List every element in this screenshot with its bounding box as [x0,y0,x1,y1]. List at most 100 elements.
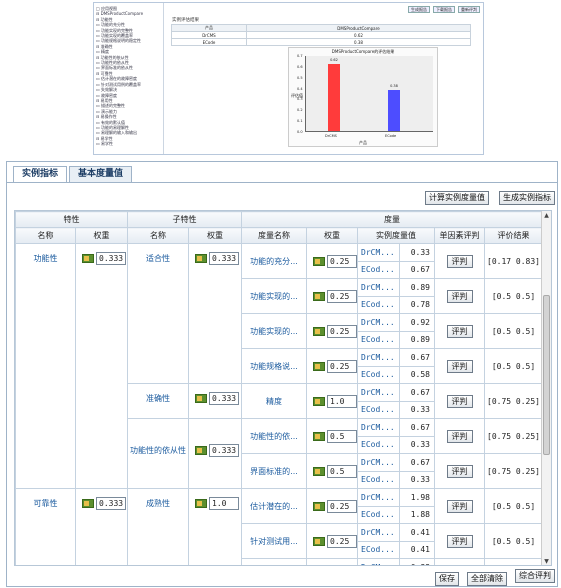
weight-picker-icon[interactable] [195,254,207,263]
single-factor-cell: 评判 [434,348,485,384]
preview-reevaluate-button[interactable]: 重新评判 [458,6,480,13]
scroll-up-arrow-icon[interactable]: ▲ [542,211,551,221]
subcharacteristic-weight-input[interactable]: 0.333 [209,252,239,265]
evaluation-result: [0.5 0.5] [483,313,544,349]
weight-picker-icon[interactable] [195,394,207,403]
evaluation-result: [0.5 0.5] [483,348,544,384]
evaluate-button[interactable]: 评判 [446,254,473,268]
weight-picker-icon[interactable] [82,499,94,508]
measure-weight-cell: 0.25 [306,243,358,279]
evaluate-button[interactable]: 评判 [446,534,473,548]
evaluate-button[interactable]: 评判 [446,429,473,443]
chart-data-label: 0.38 [390,83,398,88]
subcharacteristic-weight-input[interactable]: 1.0 [209,497,239,510]
weight-picker-icon[interactable] [195,446,207,455]
clear-all-button[interactable]: 全部清除 [467,572,507,586]
evaluation-result [483,558,544,565]
measure-weight-input[interactable]: 1.0 [327,394,357,408]
subcharacteristic-name: 功能性的依从性 [127,418,189,489]
chart-plot-area: 0.62 0.38 [305,56,433,132]
subcharacteristic-name: 准确性 [127,383,189,419]
scroll-down-arrow-icon[interactable]: ▼ [542,557,551,565]
characteristic-weight-input[interactable]: 0.333 [96,252,126,265]
col-single-factor: 单因素评判 [434,227,485,244]
instance-product: DrCM... [357,348,400,367]
weight-picker-icon[interactable] [82,254,94,263]
instance-product: ECod... [357,400,400,419]
scroll-thumb[interactable] [543,295,550,455]
instance-value: 0.78 [399,295,435,314]
instance-value: 0.88 [399,558,435,565]
weight-picker-icon[interactable] [313,361,325,371]
weight-picker-icon[interactable] [313,431,325,441]
calc-instance-measure-button[interactable]: 计算实例度量值 [425,191,489,205]
col-measure-name: 度量名称 [241,227,307,244]
preview-generate-report-button[interactable]: 生成报告 [408,6,430,13]
save-button[interactable]: 保存 [435,572,459,586]
weight-picker-icon[interactable] [313,326,325,336]
instance-value: 0.67 [399,453,435,472]
evaluate-button[interactable]: 评判 [446,394,473,408]
chart-bar-1: 0.38 [388,84,400,131]
evaluate-button[interactable]: 评判 [446,359,473,373]
subcharacteristic-weight-input[interactable]: 0.333 [209,444,239,457]
measure-name: 功能规格说... [241,348,307,384]
measure-weight-input[interactable]: 0.5 [327,429,357,443]
instance-product: DrCM... [357,278,400,297]
instance-value: 0.67 [399,260,435,279]
generate-instance-metric-button[interactable]: 生成实例指标 [499,191,555,205]
measure-weight-cell: 0.5 [306,453,358,489]
weight-picker-icon[interactable] [313,291,325,301]
characteristic-weight-cell: 0.333 [75,243,128,489]
chart-ytick: 0.5 [297,75,303,80]
evaluate-button[interactable]: 评判 [446,289,473,303]
measure-name: 精度 [241,383,307,419]
weight-picker-icon[interactable] [313,501,325,511]
instance-product: ECod... [357,470,400,489]
characteristic-name: 功能性 [15,243,76,489]
measure-weight-input[interactable]: 0.5 [327,464,357,478]
characteristic-weight-input[interactable]: 0.333 [96,497,126,510]
evaluation-result: [0.75 0.25] [483,383,544,419]
measure-weight-cell: 0.25 [306,348,358,384]
preview-th: DMSProductCompare [245,24,472,32]
instance-value: 0.67 [399,348,435,367]
measure-weight-input[interactable]: 0.25 [327,289,357,303]
chart-ytick: 0.6 [297,64,303,69]
instance-value: 0.89 [399,278,435,297]
instance-product: ECod... [357,365,400,384]
header-characteristic: 特性 [15,211,128,228]
measure-weight-input[interactable]: 0.25 [327,324,357,338]
evaluation-result: [0.5 0.5] [483,523,544,559]
weight-picker-icon[interactable] [313,466,325,476]
col-result: 评价结果 [483,227,544,244]
chart-ytick: 0.4 [297,86,303,91]
measure-weight-input[interactable]: 0.25 [327,534,357,548]
preview-download-report-button[interactable]: 下载报告 [433,6,455,13]
tab-instance-metrics[interactable]: 实例指标 [13,166,68,183]
tab-basic-measures[interactable]: 基本度量值 [69,166,133,182]
measure-weight-input[interactable]: 0.25 [327,359,357,373]
measure-weight-cell: 0.25 [306,488,358,524]
evaluate-button[interactable]: 评判 [446,499,473,513]
measure-weight-cell: 0.25 [306,313,358,349]
table-row: 功能性 0.333 适合性 0.333 功能的充分... 0.25 DrCM... 0.33 评… [15,243,544,489]
evaluation-result: [0.17 0.83] [483,243,544,279]
measure-weight-cell: 0.25 [306,523,358,559]
instance-product: DrCM... [357,488,400,507]
vertical-scrollbar[interactable]: ▲ ▼ [541,211,551,565]
weight-picker-icon[interactable] [313,536,325,546]
evaluate-button[interactable]: 评判 [446,324,473,338]
preview-td: DrCMS [171,31,247,39]
evaluate-button[interactable]: 评判 [446,464,473,478]
weight-picker-icon[interactable] [195,499,207,508]
preview-td: 0.62 [245,31,472,39]
weight-picker-icon[interactable] [313,396,325,406]
comprehensive-evaluate-button[interactable]: 综合评判 [515,569,555,583]
preview-tree-node[interactable]: ▭ 易学性 [96,141,161,146]
subcharacteristic-weight-input[interactable]: 0.333 [209,392,239,405]
measure-weight-input[interactable]: 0.25 [327,499,357,513]
measure-weight-input[interactable]: 0.25 [327,254,357,268]
weight-picker-icon[interactable] [313,256,325,266]
instance-product: DrCM... [357,523,400,542]
